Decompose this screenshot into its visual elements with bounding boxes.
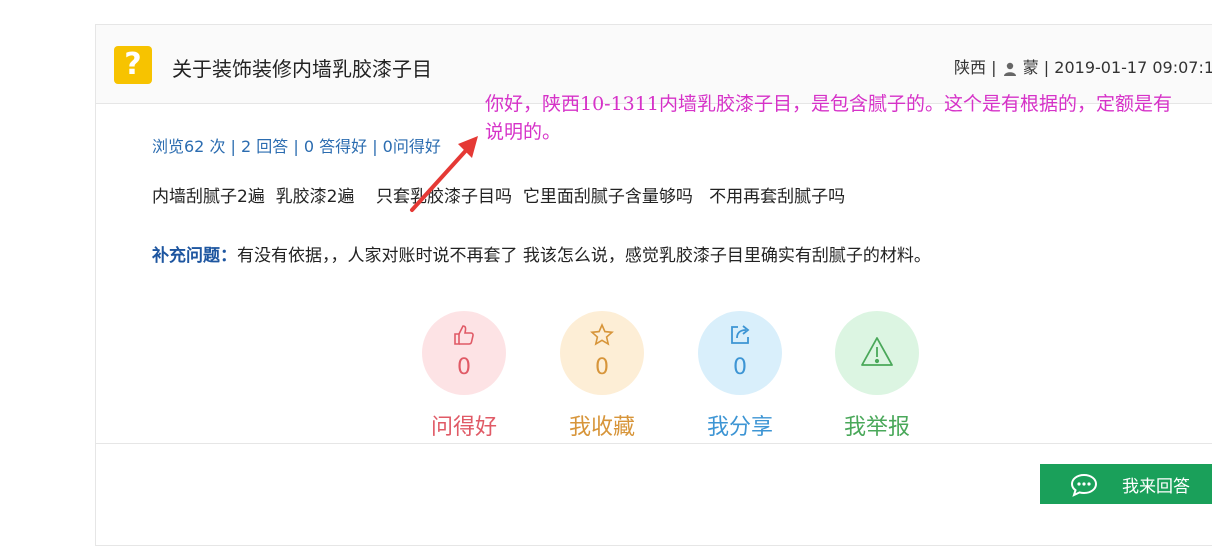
question-datetime: 2019-01-17 09:07:1: [1054, 58, 1212, 77]
like-question-button[interactable]: 0 问得好: [409, 311, 519, 441]
supplement-label: 补充问题：: [152, 246, 237, 266]
user-icon: [1003, 62, 1016, 76]
favorite-label: 我收藏: [568, 415, 635, 440]
like-circle[interactable]: 0: [422, 311, 506, 395]
answer-button-label: 我来回答: [1122, 477, 1190, 497]
annotation-arrow-icon: [410, 136, 478, 212]
thumbs-up-icon: [454, 325, 474, 345]
divider: [96, 443, 1212, 444]
warning-icon: [861, 337, 893, 366]
favorite-count: 0: [595, 355, 609, 380]
chat-icon: [1070, 473, 1098, 497]
action-bar: 0 问得好 0 我收藏 0 我分享 我举报: [96, 311, 1212, 441]
meta-separator: |: [1043, 58, 1050, 77]
share-label: 我分享: [706, 415, 773, 440]
star-icon: [590, 323, 614, 346]
favorite-button[interactable]: 0 我收藏: [547, 311, 657, 441]
share-circle[interactable]: 0: [698, 311, 782, 395]
favorite-circle[interactable]: 0: [560, 311, 644, 395]
like-label: 问得好: [430, 415, 497, 440]
share-button[interactable]: 0 我分享: [685, 311, 795, 441]
like-count: 0: [457, 355, 471, 380]
share-count: 0: [733, 355, 747, 380]
report-label: 我举报: [843, 415, 910, 440]
report-button[interactable]: 我举报: [822, 311, 932, 441]
supplement-question: 补充问题：有没有依据，，人家对账时说不再套了 我该怎么说，感觉乳胶漆子目里确实有…: [152, 241, 931, 266]
question-mark-icon: ?: [114, 46, 152, 84]
question-title: 关于装饰装修内墙乳胶漆子目: [172, 57, 432, 81]
region-link[interactable]: 陕西: [954, 58, 986, 77]
question-stats: 浏览62 次 | 2 回答 | 0 答得好 | 0问得好: [152, 137, 441, 156]
share-icon: [731, 325, 750, 344]
question-body: 内墙刮腻子2遍 乳胶漆2遍 只套乳胶漆子目吗 它里面刮腻子含量够吗 不用再套刮腻…: [152, 187, 846, 207]
user-name-link[interactable]: 蒙: [1023, 58, 1039, 77]
annotation-text: 你好，陕西10-1311内墙乳胶漆子目，是包含腻子的。这个是有根据的，定额是有说…: [485, 93, 1172, 143]
question-meta: 陕西 | 蒙 | 2019-01-17 09:07:1: [954, 54, 1212, 78]
meta-separator: |: [991, 58, 997, 77]
supplement-text: 有没有依据，，人家对账时说不再套了 我该怎么说，感觉乳胶漆子目里确实有刮腻子的材…: [237, 246, 931, 266]
answer-button[interactable]: 我来回答: [1040, 464, 1212, 504]
report-circle[interactable]: [835, 311, 919, 395]
